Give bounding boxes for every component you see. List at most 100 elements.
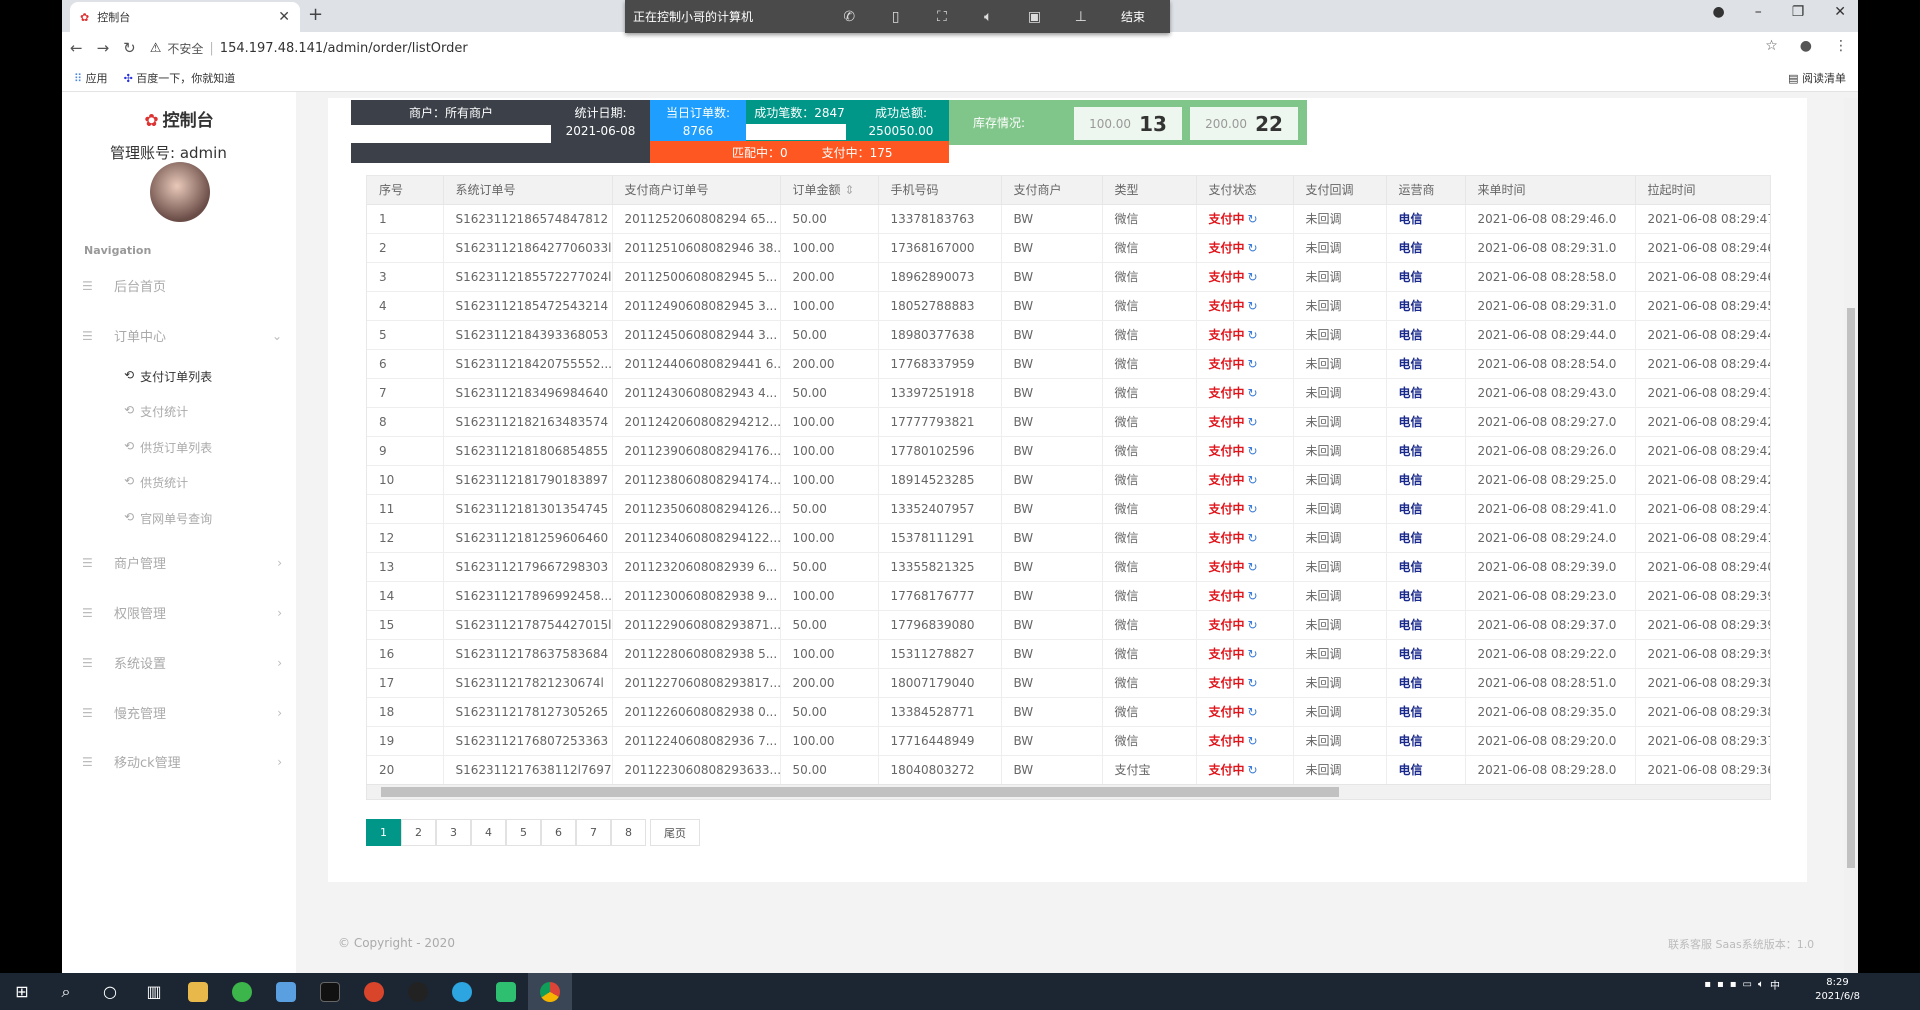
horizontal-scrollbar[interactable] bbox=[366, 784, 1771, 800]
table-row[interactable]: 20 S162311217638112l7697 20112230608082936… bbox=[367, 755, 1770, 785]
sort-icon[interactable]: ⇕ bbox=[841, 183, 854, 197]
close-tab-icon[interactable]: ✕ bbox=[278, 9, 290, 25]
table-row[interactable]: 18 S1623112178127305265 2 2011226060808293… bbox=[367, 697, 1770, 727]
volume-icon[interactable]: 🔈︎ bbox=[965, 9, 1011, 25]
task-view-icon[interactable]: ▥ bbox=[132, 973, 176, 1010]
profile-icon[interactable]: ● bbox=[1800, 38, 1812, 54]
search-icon[interactable]: ⌕ bbox=[44, 973, 88, 1010]
refresh-icon[interactable]: ↻ bbox=[1248, 212, 1258, 226]
sidebar-item-orders[interactable]: ☰ 订单中心 ⌄ bbox=[82, 326, 282, 346]
table-row[interactable]: 9 S1623112181806854855 7 20112390608082941… bbox=[367, 436, 1770, 466]
end-button[interactable]: 结束 bbox=[1104, 8, 1162, 25]
sidebar-item-home[interactable]: ☰ 后台首页 bbox=[82, 276, 282, 296]
phone-icon[interactable]: ✆ bbox=[826, 9, 872, 25]
refresh-icon[interactable]: ↻ bbox=[1248, 473, 1258, 487]
scrollbar-thumb[interactable] bbox=[1847, 308, 1855, 868]
terminal-icon[interactable] bbox=[308, 973, 352, 1010]
back-icon[interactable]: ← bbox=[70, 39, 83, 57]
table-row[interactable]: 2 S1623112186427706033l 20112510608082946 … bbox=[367, 233, 1770, 263]
tray-icon[interactable]: ▪ bbox=[1704, 979, 1711, 990]
vertical-scrollbar[interactable] bbox=[1844, 98, 1858, 973]
table-row[interactable]: 1 S1623112186574847812 2011252060808294 65… bbox=[367, 204, 1770, 234]
refresh-icon[interactable]: ↻ bbox=[1248, 444, 1258, 458]
refresh-icon[interactable]: ↻ bbox=[1248, 676, 1258, 690]
refresh-icon[interactable]: ↻ bbox=[1248, 270, 1258, 284]
refresh-icon[interactable]: ↻ bbox=[1248, 647, 1258, 661]
scrollbar-thumb[interactable] bbox=[381, 787, 1339, 797]
sidebar-sub-order-lookup[interactable]: ⟲ 官网单号查询 bbox=[124, 510, 212, 527]
refresh-icon[interactable]: ↻ bbox=[1248, 618, 1258, 632]
page-5[interactable]: 5 bbox=[506, 819, 541, 846]
star-icon[interactable]: ☆ bbox=[1765, 38, 1778, 54]
media-icon[interactable] bbox=[484, 973, 528, 1010]
reload-icon[interactable]: ↻ bbox=[123, 39, 136, 57]
sidebar-sub-supply-orders[interactable]: ⟲ 供货订单列表 bbox=[124, 439, 212, 456]
reading-list-button[interactable]: ▤ 阅读清单 bbox=[1788, 70, 1846, 86]
refresh-icon[interactable]: ↻ bbox=[1248, 705, 1258, 719]
close-window-button[interactable]: ✕ bbox=[1834, 4, 1846, 20]
table-row[interactable]: 7 S1623112183496984640 20112430608082943 4… bbox=[367, 378, 1770, 408]
screen-icon[interactable]: ▣ bbox=[1011, 9, 1057, 25]
page-7[interactable]: 7 bbox=[576, 819, 611, 846]
table-row[interactable]: 12 S1623112181259606460 4 2011234060808294… bbox=[367, 523, 1770, 553]
bookmark-baidu[interactable]: ✣ 百度一下，你就知道 bbox=[124, 70, 236, 86]
page-4[interactable]: 4 bbox=[471, 819, 506, 846]
sidebar-item-mobile-ck[interactable]: ☰ 移动ck管理 › bbox=[82, 752, 282, 772]
tray-icon[interactable]: ▪ bbox=[1717, 979, 1724, 990]
table-row[interactable]: 3 S1623112185572277024l 20112500608082945 … bbox=[367, 262, 1770, 292]
app-red-icon[interactable] bbox=[352, 973, 396, 1010]
page-2[interactable]: 2 bbox=[401, 819, 436, 846]
app-blue-icon[interactable] bbox=[264, 973, 308, 1010]
table-row[interactable]: 14 S162311217896992458... 2011230060808293… bbox=[367, 581, 1770, 611]
last-page-button[interactable]: 尾页 bbox=[650, 819, 700, 846]
column-header-amount[interactable]: 订单金额 ⇕ bbox=[780, 176, 879, 205]
profile-menu-icon[interactable]: ● bbox=[1712, 4, 1724, 20]
merchant-select[interactable] bbox=[351, 125, 551, 143]
refresh-icon[interactable]: ↻ bbox=[1248, 241, 1258, 255]
qq-icon[interactable] bbox=[396, 973, 440, 1010]
volume-icon[interactable]: 🔈︎ bbox=[1758, 979, 1764, 990]
table-row[interactable]: 5 S1623112184393368053 20112450608082944 3… bbox=[367, 320, 1770, 350]
browser-tab[interactable]: ✿ 控制台 ✕ bbox=[70, 2, 300, 32]
minimize-button[interactable]: – bbox=[1755, 4, 1762, 20]
refresh-icon[interactable]: ↻ bbox=[1248, 763, 1258, 777]
network-icon[interactable]: ▭ bbox=[1743, 979, 1752, 990]
table-row[interactable]: 8 S1623112182163483574 8 20112420608082942… bbox=[367, 407, 1770, 437]
sidebar-sub-supply-stats[interactable]: ⟲ 供货统计 bbox=[124, 474, 188, 491]
refresh-icon[interactable]: ↻ bbox=[1248, 328, 1258, 342]
table-row[interactable]: 6 S162311218420755552... 20112440608082944… bbox=[367, 349, 1770, 379]
clock[interactable]: 8:29 2021/6/8 bbox=[1815, 976, 1860, 1004]
new-tab-button[interactable]: + bbox=[308, 4, 323, 25]
refresh-icon[interactable]: ↻ bbox=[1248, 357, 1258, 371]
explorer-icon[interactable] bbox=[176, 973, 220, 1010]
actual-size-icon[interactable]: ▯ bbox=[872, 9, 918, 25]
refresh-icon[interactable]: ↻ bbox=[1248, 734, 1258, 748]
sidebar-item-slow-charge[interactable]: ☰ 慢充管理 › bbox=[82, 703, 282, 723]
sidebar-item-settings[interactable]: ☰ 系统设置 › bbox=[82, 653, 282, 673]
table-row[interactable]: 4 S1623112185472543214 6 20112490608082945… bbox=[367, 291, 1770, 321]
table-row[interactable]: 10 S1623112181790183897 3 2011238060808294… bbox=[367, 465, 1770, 495]
page-1[interactable]: 1 bbox=[366, 819, 401, 846]
page-8[interactable]: 8 bbox=[611, 819, 646, 846]
sidebar-sub-pay-stats[interactable]: ⟲ 支付统计 bbox=[124, 403, 188, 420]
app-green-icon[interactable] bbox=[220, 973, 264, 1010]
refresh-icon[interactable]: ↻ bbox=[1248, 560, 1258, 574]
table-row[interactable]: 16 S1623112178637583684 20112280608082938 … bbox=[367, 639, 1770, 669]
sidebar-item-merchants[interactable]: ☰ 商户管理 › bbox=[82, 553, 282, 573]
forward-icon[interactable]: → bbox=[97, 39, 110, 57]
start-icon[interactable]: ⊞ bbox=[0, 973, 44, 1010]
pin-icon[interactable]: ⊥ bbox=[1058, 9, 1104, 25]
table-row[interactable]: 15 S1623112178754427015l 20112290608082938… bbox=[367, 610, 1770, 640]
refresh-icon[interactable]: ↻ bbox=[1248, 299, 1258, 313]
table-row[interactable]: 11 S1623112181301354745 4 2011235060808294… bbox=[367, 494, 1770, 524]
table-row[interactable]: 19 S1623112176807253363 7 2011224060808293… bbox=[367, 726, 1770, 756]
table-row[interactable]: 17 S162311217821230674l 201122706080829381… bbox=[367, 668, 1770, 698]
footer-links[interactable]: 联系客服 Saas系统版本：1.0 bbox=[1668, 936, 1814, 952]
page-3[interactable]: 3 bbox=[436, 819, 471, 846]
sidebar-item-permissions[interactable]: ☰ 权限管理 › bbox=[82, 603, 282, 623]
menu-icon[interactable]: ⋮ bbox=[1834, 38, 1848, 54]
restore-button[interactable]: ❐ bbox=[1792, 4, 1805, 20]
refresh-icon[interactable]: ↻ bbox=[1248, 415, 1258, 429]
chrome-icon[interactable] bbox=[528, 973, 572, 1010]
bookmark-apps[interactable]: ⠿ 应用 bbox=[74, 70, 108, 86]
